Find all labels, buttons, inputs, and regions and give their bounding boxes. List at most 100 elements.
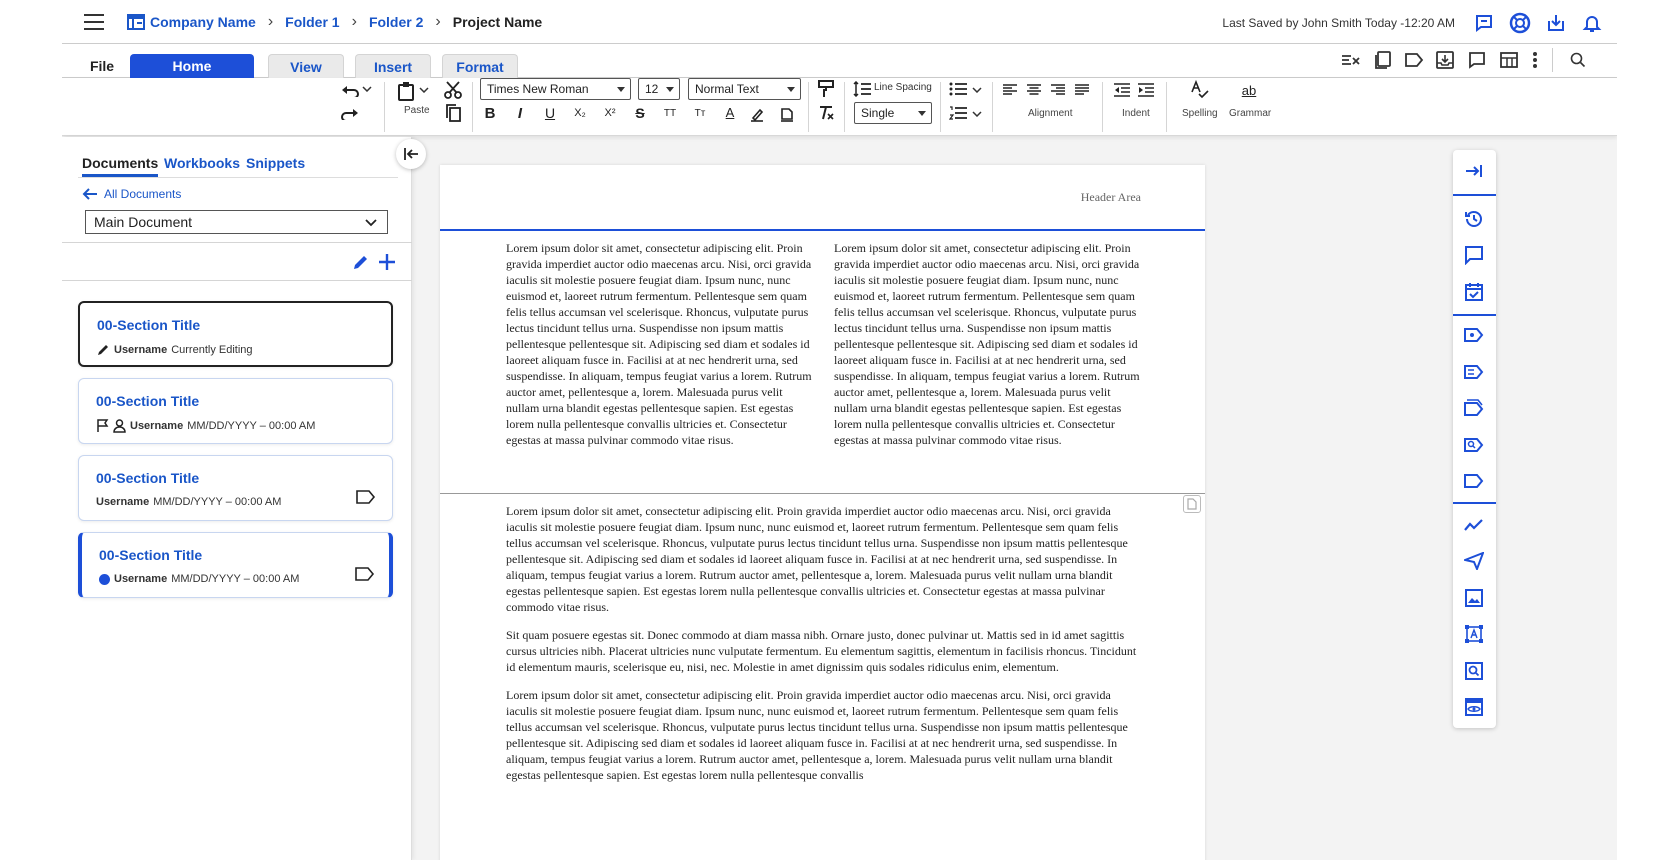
section-meta: Username MM/DD/YYYY – 00:00 AM [96,419,315,433]
tag-search-icon[interactable] [1463,434,1485,456]
small-caps-button[interactable]: TT [660,108,680,119]
section-card[interactable]: 00-Section Title Username MM/DD/YYYY – 0… [78,455,393,521]
italic-button[interactable]: I [510,105,530,122]
bold-button[interactable]: B [480,105,500,122]
case-button[interactable]: Tт [690,108,710,119]
align-right-icon[interactable] [1050,83,1066,97]
font-family-select[interactable]: Times New Roman [480,78,631,100]
undo-icon[interactable] [340,81,360,99]
add-plus-icon[interactable] [376,251,398,273]
calendar-check-icon[interactable] [1463,281,1485,303]
sidebar-tab-documents[interactable]: Documents [82,155,159,177]
bullet-list-icon[interactable] [948,80,968,98]
underline-button[interactable]: U [540,105,560,121]
document-select[interactable]: Main Document [85,210,388,234]
inbox-download-icon[interactable] [1434,50,1456,70]
menu-icon[interactable] [84,14,104,30]
copy-doc-icon[interactable] [1372,50,1394,70]
breadcrumb-company[interactable]: Company Name [150,14,256,30]
tab-file[interactable]: File [82,54,122,78]
sidebar-tab-workbooks[interactable]: Workbooks [164,155,240,171]
pencil-edit-icon[interactable] [350,251,372,273]
search-window-icon[interactable] [1463,660,1485,682]
comment-icon[interactable] [1466,50,1488,70]
document-body[interactable]: Lorem ipsum dolor sit amet, consectetur … [506,503,1138,795]
breadcrumb-folder1[interactable]: Folder 1 [285,14,339,30]
page-options-icon[interactable] [1183,495,1201,513]
trend-line-icon[interactable] [1463,514,1485,536]
search-icon[interactable] [1567,50,1589,70]
indent-icon[interactable] [1136,82,1156,98]
superscript-button[interactable]: X² [600,107,620,119]
more-vertical-icon[interactable] [1529,50,1541,70]
numbered-list-icon[interactable] [948,104,968,122]
section-card[interactable]: 00-Section Title Username Currently Edit… [78,301,393,367]
section-card-selected[interactable]: 00-Section Title Username MM/DD/YYYY – 0… [78,532,393,598]
paragraph[interactable]: Lorem ipsum dolor sit amet, consectetur … [506,503,1138,615]
subscript-button[interactable]: X₂ [570,107,590,119]
align-center-icon[interactable] [1026,83,1042,97]
chevron-down-icon[interactable] [972,85,982,95]
tag-settings-icon[interactable] [1463,324,1485,346]
user-icon [113,419,126,433]
track-changes-icon[interactable] [1340,50,1362,70]
help-lifebuoy-icon[interactable] [1509,12,1531,34]
align-justify-icon[interactable] [1074,83,1090,97]
section-user: Username [114,343,168,356]
table-icon[interactable] [1498,50,1520,70]
tag-list-icon[interactable] [1463,361,1485,383]
download-icon[interactable] [1545,12,1567,34]
back-to-all-documents[interactable]: All Documents [82,187,181,201]
clear-format-icon[interactable] [778,107,796,123]
tag-outline-icon[interactable] [1463,470,1485,492]
tag-icon[interactable] [1403,50,1425,70]
bell-icon[interactable] [1581,12,1603,34]
clear-formatting-icon[interactable] [816,103,836,123]
spelling-icon[interactable] [1188,78,1210,100]
align-left-icon[interactable] [1002,83,1018,97]
history-icon[interactable] [1463,208,1485,230]
grammar-icon[interactable]: ab [1234,79,1264,101]
tab-format[interactable]: Format [442,54,518,78]
breadcrumb-folder2[interactable]: Folder 2 [369,14,423,30]
outdent-icon[interactable] [1112,82,1132,98]
document-page[interactable]: Header Area Lorem ipsum dolor sit amet, … [440,165,1205,860]
paste-icon[interactable] [396,80,416,102]
chevron-down-icon[interactable] [362,84,372,94]
preview-eye-icon[interactable] [1463,696,1485,718]
line-spacing-select[interactable]: Single [854,102,932,124]
copy-icon[interactable] [443,103,463,123]
chevron-down-icon[interactable] [972,109,982,119]
text-column-right[interactable]: Lorem ipsum dolor sit amet, consectetur … [834,240,1144,448]
cut-scissors-icon[interactable] [443,80,463,100]
text-frame-icon[interactable] [1463,623,1485,645]
font-color-button[interactable]: A [720,105,740,120]
paragraph[interactable]: Sit quam posuere egestas sit. Donec comm… [506,627,1138,675]
format-painter-icon[interactable] [816,79,836,99]
section-status: Currently Editing [171,343,253,356]
font-size-select[interactable]: 12 [638,78,680,100]
expand-panel-icon[interactable] [1463,160,1485,182]
sidebar-tab-snippets[interactable]: Snippets [246,155,305,171]
chevron-down-icon[interactable] [419,85,429,95]
tab-view[interactable]: View [268,54,344,78]
section-card[interactable]: 00-Section Title Username MM/DD/YYYY – 0… [78,378,393,444]
tab-insert[interactable]: Insert [355,54,431,78]
strikethrough-button[interactable]: S [630,105,650,121]
chevron-right-icon: › [435,13,441,30]
company-logo-icon[interactable] [127,14,145,30]
paragraph[interactable]: Lorem ipsum dolor sit amet, consectetur … [506,687,1138,783]
redo-icon[interactable] [340,104,360,122]
paragraph-style-select[interactable]: Normal Text [688,78,801,100]
line-spacing-icon[interactable] [852,80,872,98]
highlighter-icon[interactable] [748,107,766,123]
header-area[interactable]: Header Area [1081,190,1141,205]
tab-home[interactable]: Home [130,54,254,78]
text-column-left[interactable]: Lorem ipsum dolor sit amet, consectetur … [506,240,816,448]
collapse-sidebar-button[interactable] [396,139,426,169]
tags-stack-icon[interactable] [1463,397,1485,419]
image-icon[interactable] [1463,587,1485,609]
send-plane-icon[interactable] [1463,550,1485,572]
comment-icon[interactable] [1463,244,1485,266]
feedback-icon[interactable] [1473,12,1495,34]
